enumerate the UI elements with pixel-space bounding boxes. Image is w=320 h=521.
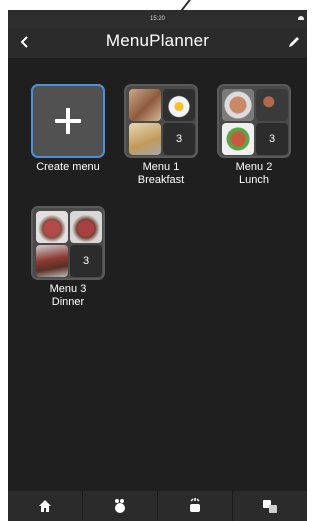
menu-count: 3 [256, 123, 288, 155]
food-photo [70, 211, 102, 243]
food-photo [163, 89, 195, 121]
status-bar: 15:20 [8, 10, 307, 28]
food-photo [222, 123, 254, 155]
menu-meal: Breakfast [137, 174, 185, 186]
phone-screen: 15:20 MenuPlanner Create menu 3 Menu 1 B… [8, 10, 307, 521]
create-menu-tile[interactable]: Create menu [25, 84, 111, 174]
chef-icon [115, 499, 125, 513]
create-menu-label: Create menu [36, 161, 100, 173]
status-time: 15:20 [149, 16, 165, 22]
menu-name: Menu 2 [235, 161, 273, 173]
menu-tile[interactable]: 3 Menu 2 Lunch [211, 84, 297, 187]
app-bar: MenuPlanner [8, 28, 307, 58]
nav-translate[interactable] [233, 491, 307, 521]
pencil-icon[interactable] [287, 35, 301, 49]
bottom-nav [8, 491, 307, 521]
food-photo [256, 89, 288, 121]
food-photo [129, 89, 161, 121]
menu-meal: Dinner [51, 296, 85, 308]
create-menu-button[interactable] [31, 84, 105, 158]
food-photo [36, 245, 68, 277]
food-photo [36, 211, 68, 243]
food-photo [129, 123, 161, 155]
menu-meal: Lunch [239, 174, 269, 186]
page-title: MenuPlanner [105, 31, 210, 50]
menu-count: 3 [163, 123, 195, 155]
nav-home[interactable] [8, 491, 83, 521]
translate-icon [263, 500, 277, 513]
menu-name: Menu 3 [49, 283, 87, 295]
food-photo [222, 89, 254, 121]
menu-thumbnail[interactable]: 3 [31, 206, 105, 280]
nav-pot[interactable] [158, 491, 233, 521]
menu-tile[interactable]: 3 Menu 3 Dinner [25, 206, 111, 309]
menu-name: Menu 1 [142, 161, 180, 173]
status-icon [298, 16, 304, 20]
menu-thumbnail[interactable]: 3 [217, 84, 291, 158]
menu-count: 3 [70, 245, 102, 277]
pot-icon [190, 498, 200, 512]
nav-chef[interactable] [83, 491, 158, 521]
menu-tile[interactable]: 3 Menu 1 Breakfast [118, 84, 204, 187]
home-icon [39, 500, 51, 512]
menu-thumbnail[interactable]: 3 [124, 84, 198, 158]
plus-icon [55, 108, 81, 134]
